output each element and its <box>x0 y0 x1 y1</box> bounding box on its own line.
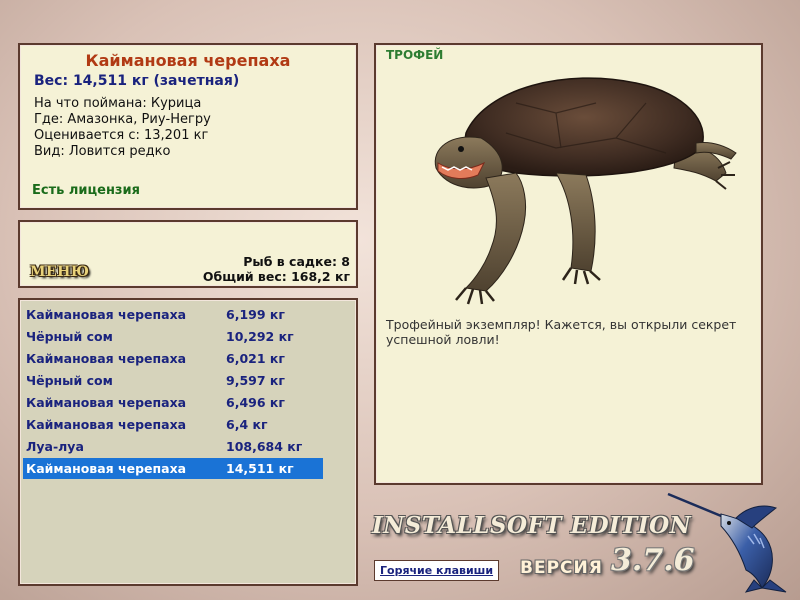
catch-row[interactable]: Каймановая черепаха 6,021 кг <box>23 348 323 369</box>
version-label: ВЕРСИЯ <box>520 558 603 578</box>
catch-weight: 9,597 кг <box>226 373 285 388</box>
snapping-turtle-icon <box>434 77 737 305</box>
bait-detail: На что поймана: Курица <box>34 96 202 111</box>
cage-count: Рыб в садке: 8 <box>243 254 350 269</box>
menu-button[interactable]: МЕНЮ <box>30 264 89 280</box>
catch-row[interactable]: Каймановая черепаха 6,496 кг <box>23 392 323 413</box>
catch-weight: 14,511 кг <box>226 461 294 476</box>
catch-name: Каймановая черепаха <box>26 395 187 410</box>
catch-row-selected[interactable]: Каймановая черепаха 14,511 кг <box>23 458 323 479</box>
catch-name: Чёрный сом <box>26 329 113 344</box>
catch-row[interactable]: Луа-луа 108,684 кг <box>23 436 323 457</box>
cage-summary: Рыб в садке: 8 Общий вес: 168,2 кг <box>203 254 350 284</box>
menu-panel: МЕНЮ Рыб в садке: 8 Общий вес: 168,2 кг <box>18 220 358 288</box>
location-detail: Где: Амазонка, Риу-Негру <box>34 112 211 127</box>
catch-row[interactable]: Каймановая черепаха 6,4 кг <box>23 414 323 435</box>
catch-row[interactable]: Чёрный сом 9,597 кг <box>23 370 323 391</box>
catch-weight: 10,292 кг <box>226 329 294 344</box>
brand-logo-text: INSTALLSOFT EDITION <box>372 512 692 539</box>
catch-name: Каймановая черепаха <box>26 417 187 432</box>
hotkeys-link[interactable]: Горячие клавиши <box>374 560 500 581</box>
trophy-panel: ТРОФЕЙ Трофейный экземпляр! Кажется, вы … <box>374 43 763 485</box>
trophy-description: Трофейный экземпляр! Кажется, вы открыли… <box>386 317 737 347</box>
trophy-label: ТРОФЕЙ <box>386 48 444 62</box>
species-detail: Вид: Ловится редко <box>34 144 171 159</box>
value-detail: Оценивается с: 13,201 кг <box>34 128 209 143</box>
catch-weight: 108,684 кг <box>226 439 303 454</box>
catch-name: Луа-луа <box>26 439 84 454</box>
fish-info-panel: Каймановая черепаха Вес: 14,511 кг (заче… <box>18 43 358 210</box>
catch-name: Каймановая черепаха <box>26 351 187 366</box>
fish-name-title: Каймановая черепаха <box>85 51 291 70</box>
catch-weight: 6,4 кг <box>226 417 268 432</box>
catch-row[interactable]: Каймановая черепаха 6,199 кг <box>23 304 323 325</box>
fish-weight: Вес: 14,511 кг (зачетная) <box>34 73 240 89</box>
total-weight: Общий вес: 168,2 кг <box>202 269 350 284</box>
catch-weight: 6,199 кг <box>226 307 285 322</box>
catch-name: Каймановая черепаха <box>26 307 187 322</box>
catch-name: Чёрный сом <box>26 373 113 388</box>
catch-list-panel: Каймановая черепаха 6,199 кг Чёрный сом … <box>18 298 358 586</box>
catch-weight: 6,021 кг <box>226 351 285 366</box>
catch-row[interactable]: Чёрный сом 10,292 кг <box>23 326 323 347</box>
marlin-fish-icon <box>667 492 787 593</box>
license-status: Есть лицензия <box>32 183 140 198</box>
catch-name: Каймановая черепаха <box>26 461 187 476</box>
catch-weight: 6,496 кг <box>226 395 285 410</box>
